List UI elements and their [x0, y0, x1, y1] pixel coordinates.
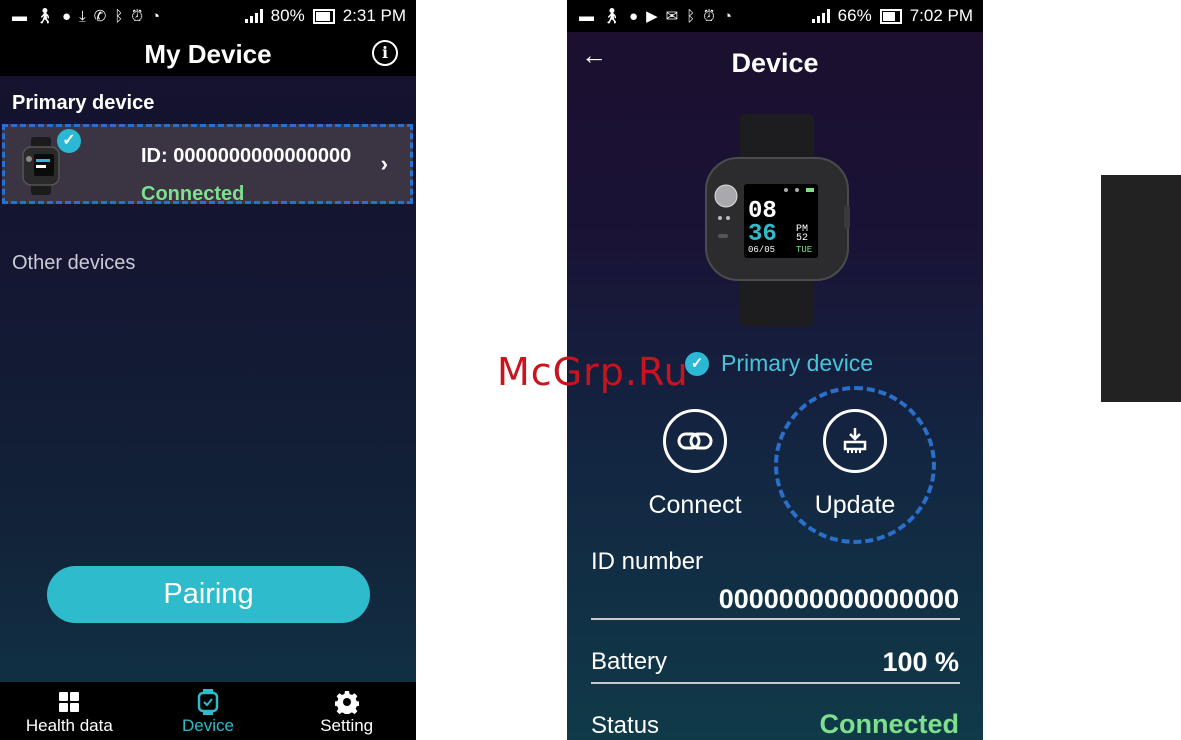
alarm-icon: ⏰︎ [703, 7, 715, 25]
my-device-screen: ▬ 🚶︎ ● ⤓ ✆ ᛒ ⏰︎ ◔ 80% 2:31 PM My Device … [0, 0, 416, 740]
nav-device[interactable]: Device [139, 682, 278, 740]
watch-thumbnail-icon [22, 137, 60, 195]
watch-seconds: 52 [796, 233, 808, 244]
info-icon[interactable]: i [372, 40, 398, 66]
update-label: Update [814, 491, 896, 519]
primary-device-indicator: ✓ Primary device [685, 350, 873, 377]
status-bar: ▬ 🚶︎ ● ▶ ✉ ᛒ ⏰︎ ◔ 66% 7:02 PM [567, 0, 983, 32]
status-bar: ▬ 🚶︎ ● ⤓ ✆ ᛒ ⏰︎ ◔ 80% 2:31 PM [0, 0, 416, 32]
page-title: Device [731, 48, 819, 78]
id-number-label: ID number [591, 548, 704, 575]
app-header: My Device i [0, 32, 416, 76]
chevron-right-icon: › [380, 151, 388, 176]
line-icon: ● [62, 7, 72, 25]
message-icon: ▬ [579, 7, 594, 25]
wifi-icon: ◔ [722, 7, 733, 25]
update-button[interactable]: Update [795, 409, 915, 520]
grid-icon [59, 692, 80, 712]
firmware-download-icon [843, 428, 867, 453]
bluetooth-icon: ᛒ [686, 7, 696, 25]
side-tab-block [1101, 175, 1181, 402]
mail-icon: ✉ [665, 7, 679, 25]
watch-date: 06/05 [748, 245, 775, 255]
clock: 2:31 PM [342, 6, 406, 25]
primary-device-heading: Primary device [12, 92, 155, 114]
call-icon: ✆ [93, 7, 107, 25]
divider [591, 618, 960, 620]
bottom-nav: Health data Device Setting [0, 682, 416, 740]
connect-label: Connect [648, 491, 742, 519]
bluetooth-icon: ᛒ [114, 7, 124, 25]
device-id: ID: 0000000000000000 [141, 145, 352, 167]
signal-icon [811, 9, 830, 23]
watermark: McGrp.Ru [497, 350, 689, 394]
battery-icon [312, 8, 335, 24]
battery-value: 100 % [882, 647, 959, 677]
battery-percent: 66% [837, 6, 872, 25]
nav-setting[interactable]: Setting [277, 682, 416, 740]
message-icon: ▬ [12, 7, 27, 25]
signal-icon [244, 9, 263, 23]
primary-check-icon: ✓ [57, 129, 81, 153]
battery-percent: 80% [270, 6, 305, 25]
watch-minute: 36 [748, 221, 777, 248]
divider [591, 682, 960, 684]
wifi-icon: ◔ [151, 7, 161, 25]
primary-device-label: Primary device [721, 350, 874, 376]
watch-icon [197, 689, 219, 715]
nav-label: Device [182, 716, 234, 735]
line-icon: ● [629, 7, 639, 25]
nav-health-data[interactable]: Health data [0, 682, 139, 740]
nav-label: Setting [320, 716, 374, 735]
alarm-icon: ⏰︎ [131, 7, 144, 25]
status-label: Status [591, 712, 660, 739]
pairing-button[interactable]: Pairing [47, 566, 370, 623]
battery-label: Battery [591, 648, 668, 675]
other-devices-heading: Other devices [12, 252, 136, 274]
battery-icon [879, 8, 902, 24]
connection-status: Connected [141, 183, 245, 205]
watch-image: 08 36 PM 52 06/05 TUE [705, 114, 850, 326]
id-number-value: 0000000000000000 [718, 584, 959, 614]
notification-icons: ▬ 🚶︎ ● ▶ ✉ ᛒ ⏰︎ ◔ [567, 9, 732, 24]
watch-day: TUE [796, 245, 812, 255]
clock: 7:02 PM [909, 6, 973, 25]
link-icon [677, 432, 713, 450]
connect-button[interactable]: Connect [635, 409, 755, 520]
page-title: My Device [144, 39, 272, 69]
youtube-icon: ▶ [646, 7, 658, 25]
download-icon: ⤓ [79, 7, 86, 25]
walk-icon: 🚶︎ [602, 7, 622, 25]
primary-device-card[interactable]: ✓ ID: 0000000000000000 Connected › [2, 124, 413, 205]
nav-label: Health data [25, 716, 113, 735]
walk-icon: 🚶︎ [35, 7, 55, 25]
notification-icons: ▬ 🚶︎ ● ⤓ ✆ ᛒ ⏰︎ ◔ [0, 9, 160, 24]
gear-icon [334, 691, 359, 714]
status-value: Connected [819, 709, 959, 739]
